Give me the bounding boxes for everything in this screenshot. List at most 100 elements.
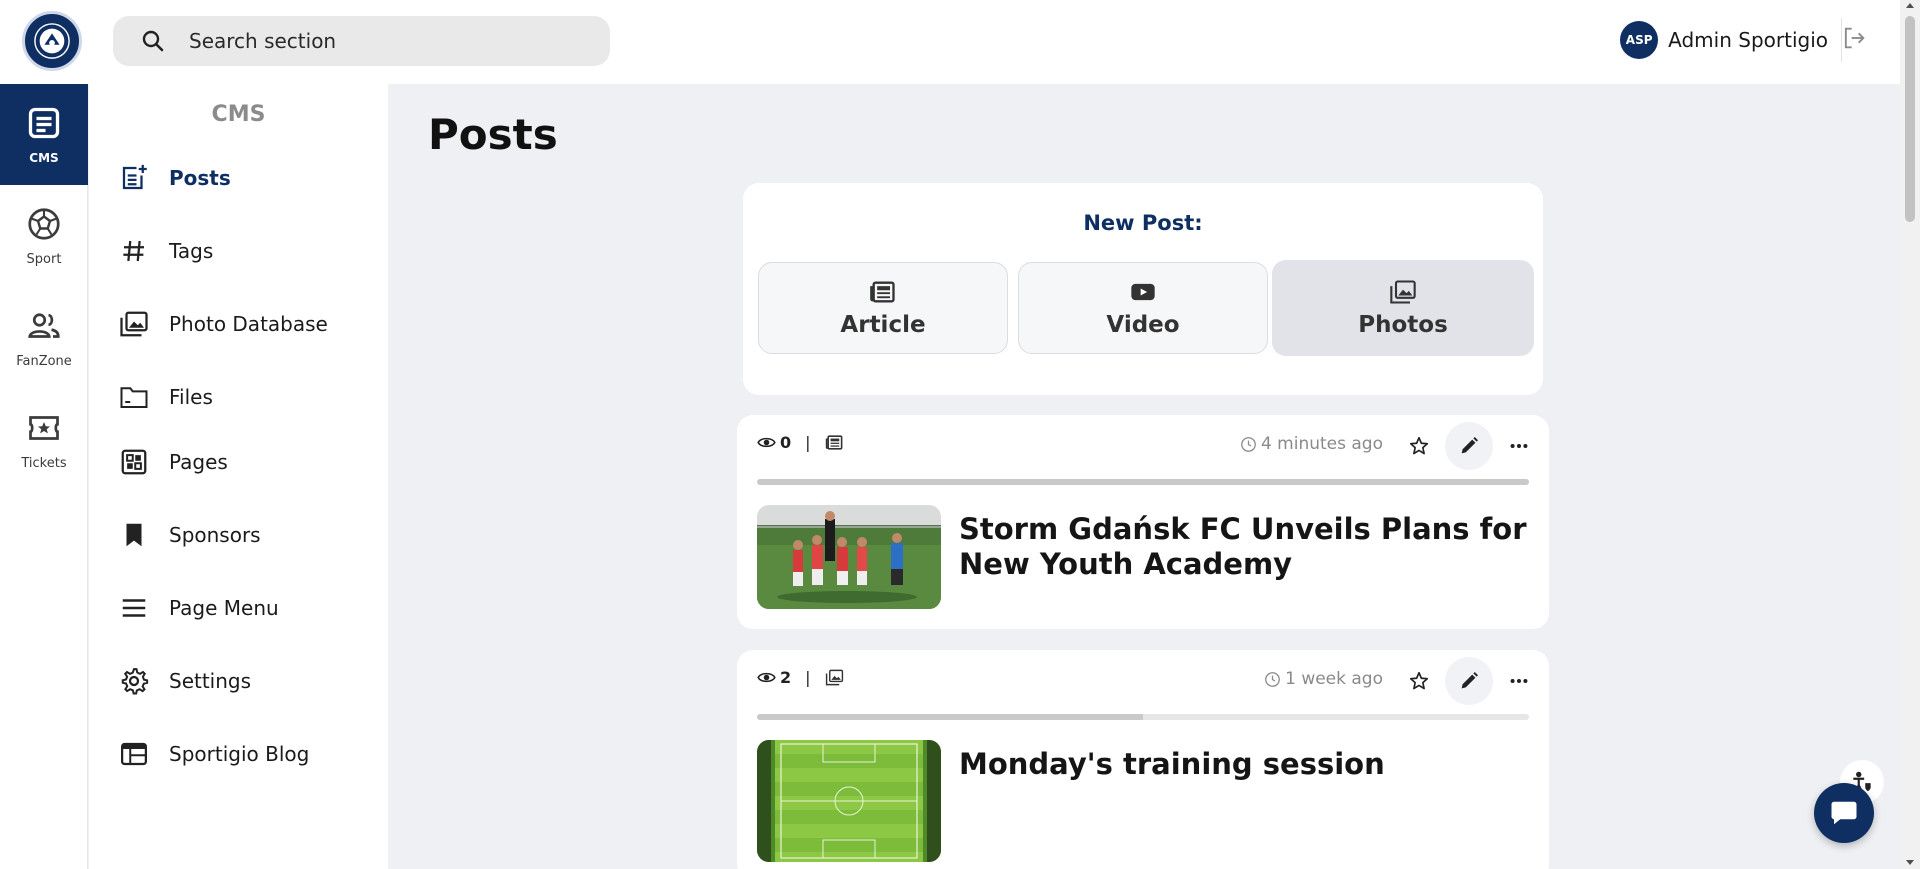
logout-icon[interactable] (1840, 24, 1868, 52)
post-card[interactable]: 0 | 4 minutes ago Storm Gdańsk FC Unveil… (737, 415, 1549, 629)
hashtag-icon (123, 240, 144, 262)
star-icon (1409, 436, 1429, 455)
scroll-down-arrow-icon[interactable] (1906, 860, 1914, 865)
progress-fill (757, 479, 1529, 485)
post-meta: 2 | (757, 668, 844, 687)
progress-bar (757, 714, 1529, 720)
menu-title: CMS (211, 102, 266, 127)
post-thumbnail[interactable] (757, 740, 941, 862)
clock-icon (1265, 671, 1280, 687)
bookmark-icon (126, 523, 142, 547)
pencil-icon (1461, 672, 1478, 689)
cms-menu: CMS Posts Tags Photo Database Files Page… (89, 84, 388, 869)
type-label: Article (840, 312, 926, 338)
menu-item-label: Tags (169, 239, 214, 263)
scrollbar-thumb[interactable] (1905, 16, 1915, 222)
favorite-button[interactable] (1395, 422, 1443, 470)
progress-fill (757, 714, 1143, 720)
rail-item-cms[interactable]: CMS (0, 84, 88, 185)
ticket-icon (29, 416, 59, 440)
app-rail: CMS Sport FanZone Tickets (0, 84, 88, 869)
newspaper-icon (825, 435, 842, 450)
eye-icon (757, 437, 776, 448)
type-label: Photos (1358, 312, 1448, 338)
eye-icon (757, 672, 776, 683)
menu-item-label: Pages (169, 450, 228, 474)
post-add-icon (122, 164, 147, 190)
more-horizontal-icon (1510, 443, 1528, 449)
menu-item-label: Posts (169, 166, 231, 190)
favorite-button[interactable] (1395, 657, 1443, 705)
post-title[interactable]: Storm Gdańsk FC Unveils Plans for New Yo… (959, 512, 1529, 582)
post-time: 4 minutes ago (1240, 434, 1383, 454)
rail-item-tickets[interactable]: Tickets (0, 390, 88, 491)
newspaper-icon (870, 281, 895, 303)
edit-button[interactable] (1445, 422, 1493, 470)
post-title[interactable]: Monday's training session (959, 747, 1529, 782)
menu-item-page-menu[interactable]: Page Menu (119, 588, 279, 628)
view-count: 0 (780, 433, 792, 452)
youth-players-image (757, 505, 941, 609)
ball-icon (28, 208, 60, 240)
chat-icon (1831, 801, 1857, 825)
gallery-icon (1390, 280, 1416, 304)
top-bar: ASP Admin Sportigio (0, 0, 1900, 84)
training-pitch-image (757, 740, 941, 862)
scroll-up-arrow-icon[interactable] (1906, 3, 1914, 8)
new-post-panel: New Post: Article Video Photos (743, 183, 1543, 395)
club-logo[interactable] (22, 11, 82, 71)
user-profile[interactable]: ASP Admin Sportigio (1620, 21, 1828, 59)
view-count: 2 (780, 668, 792, 687)
menu-item-sponsors[interactable]: Sponsors (119, 515, 261, 555)
menu-item-label: Settings (169, 669, 252, 693)
menu-item-posts[interactable]: Posts (119, 158, 231, 198)
avatar: ASP (1620, 21, 1659, 59)
rail-item-fanzone[interactable]: FanZone (0, 288, 88, 389)
rail-label: CMS (29, 150, 59, 165)
search-input[interactable] (189, 29, 569, 53)
post-card[interactable]: 2 | 1 week ago Monday's training session (737, 650, 1549, 869)
page-title: Posts (428, 110, 558, 159)
menu-item-files[interactable]: Files (119, 377, 213, 417)
search-icon (142, 30, 164, 52)
rail-item-sport[interactable]: Sport (0, 186, 88, 287)
new-video-button[interactable]: Video (1018, 262, 1268, 354)
menu-item-pages[interactable]: Pages (119, 442, 228, 482)
menu-item-label: Sponsors (169, 523, 261, 547)
menu-item-sportigio-blog[interactable]: Sportigio Blog (119, 734, 309, 774)
menu-icon (122, 599, 146, 617)
more-horizontal-icon (1510, 678, 1528, 684)
cms-icon (28, 107, 60, 138)
rail-label: Tickets (21, 456, 67, 471)
rail-label: FanZone (16, 354, 72, 369)
time-text: 4 minutes ago (1260, 434, 1383, 454)
pencil-icon (1461, 437, 1478, 454)
gear-icon (121, 668, 149, 695)
menu-item-label: Files (169, 385, 213, 409)
time-text: 1 week ago (1285, 669, 1383, 689)
users-icon (28, 313, 60, 338)
meta-separator: | (805, 433, 811, 452)
menu-item-tags[interactable]: Tags (119, 231, 213, 271)
menu-item-photo-database[interactable]: Photo Database (119, 304, 328, 344)
photos-icon (120, 311, 148, 337)
menu-item-label: Photo Database (169, 312, 328, 336)
new-photos-button[interactable]: Photos (1272, 260, 1534, 356)
edit-button[interactable] (1445, 657, 1493, 705)
page-scrollbar[interactable] (1900, 0, 1920, 869)
user-name: Admin Sportigio (1668, 28, 1828, 52)
menu-item-settings[interactable]: Settings (119, 661, 251, 701)
web-icon (121, 742, 147, 766)
new-article-button[interactable]: Article (758, 262, 1008, 354)
search-bar[interactable] (113, 16, 610, 66)
youtube-icon (1131, 283, 1155, 301)
post-meta: 0 | (757, 433, 844, 452)
post-thumbnail[interactable] (757, 505, 941, 609)
progress-bar (757, 479, 1529, 485)
menu-item-label: Page Menu (169, 596, 279, 620)
more-options-button[interactable] (1495, 657, 1543, 705)
folder-icon (120, 387, 148, 408)
more-options-button[interactable] (1495, 422, 1543, 470)
type-label: Video (1106, 312, 1180, 338)
chat-button[interactable] (1814, 783, 1874, 843)
